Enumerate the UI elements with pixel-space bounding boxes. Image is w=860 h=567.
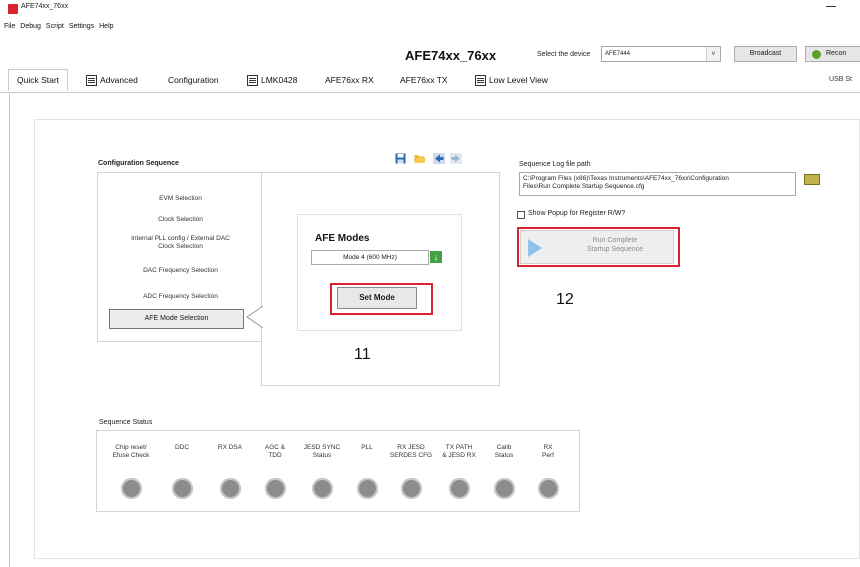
selection-pointer bbox=[246, 306, 263, 328]
step-annotation-12: 12 bbox=[556, 291, 574, 308]
usb-status: USB St bbox=[829, 76, 852, 83]
status-indicator bbox=[494, 478, 515, 499]
menu-script[interactable]: Script bbox=[46, 23, 64, 30]
run-button-line2: Startup Sequence bbox=[586, 246, 644, 253]
list-icon bbox=[475, 74, 486, 86]
tab-label: Configuration bbox=[168, 75, 219, 85]
config-item-dac[interactable]: DAC Frequency Selection bbox=[98, 267, 263, 275]
tab-quick-start[interactable]: Quick Start bbox=[8, 69, 69, 91]
status-label: DDC bbox=[174, 444, 190, 451]
window-title: AFE74xx_76xx bbox=[21, 3, 69, 10]
afe-modes-title: AFE Modes bbox=[315, 233, 370, 244]
status-label: Chip reset/Efuse Check bbox=[112, 444, 150, 459]
status-indicator bbox=[265, 478, 286, 499]
tab-lmk0428[interactable]: LMK0428 bbox=[247, 70, 297, 90]
run-button-line1: Run Complete bbox=[592, 237, 638, 244]
play-icon bbox=[528, 239, 542, 257]
show-popup-label: Show Popup for Register R/W? bbox=[528, 210, 626, 217]
status-label: PLL bbox=[361, 444, 373, 451]
tab-low-level-view[interactable]: Low Level View bbox=[475, 70, 548, 90]
status-label: TX PATH & JESD RX bbox=[442, 444, 476, 459]
download-arrow-icon[interactable]: ↓ bbox=[430, 251, 442, 263]
divider bbox=[9, 92, 10, 567]
tab-advanced[interactable]: Advanced bbox=[86, 70, 138, 90]
minimize-button[interactable] bbox=[826, 6, 836, 7]
save-icon[interactable] bbox=[395, 151, 406, 164]
config-item-pll[interactable]: Internal PLL config / External DAC Clock… bbox=[98, 235, 263, 251]
folder-open-icon[interactable] bbox=[414, 151, 426, 163]
sequence-log-path-line2: Files\Run Complete Startup Sequence.cfg bbox=[523, 183, 645, 190]
status-label: JESD SYNC Status bbox=[303, 444, 341, 459]
gear-icon bbox=[812, 50, 821, 59]
menu-help[interactable]: Help bbox=[99, 23, 113, 30]
arrow-left-icon[interactable] bbox=[433, 151, 445, 164]
app-icon bbox=[8, 4, 18, 14]
status-indicator bbox=[312, 478, 333, 499]
menu-bar: File Debug Script Settings Help bbox=[0, 18, 860, 34]
browse-folder-icon[interactable] bbox=[804, 174, 820, 185]
reconnect-button[interactable]: Recon bbox=[805, 46, 860, 62]
menu-settings[interactable]: Settings bbox=[69, 23, 94, 30]
arrow-right-icon[interactable] bbox=[450, 151, 462, 164]
status-indicator bbox=[357, 478, 378, 499]
status-label: AGC & TDD bbox=[264, 444, 286, 459]
device-select-value: AFE7444 bbox=[605, 51, 631, 57]
tab-label: LMK0428 bbox=[261, 75, 298, 85]
step-annotation-11: 11 bbox=[354, 346, 371, 363]
config-item-clock[interactable]: Clock Selection bbox=[98, 216, 263, 224]
chevron-down-icon[interactable]: ∨ bbox=[706, 47, 720, 61]
status-indicator bbox=[401, 478, 422, 499]
sequence-log-path-field[interactable]: C:\Program Files (x86)\Texas Instruments… bbox=[519, 172, 796, 196]
broadcast-button[interactable]: Broadcast bbox=[734, 46, 797, 62]
tab-bar: Quick Start Advanced Configuration LMK04… bbox=[0, 66, 860, 93]
config-sequence-title: Configuration Sequence bbox=[98, 160, 179, 167]
config-item-afe-mode[interactable]: AFE Mode Selection bbox=[109, 309, 244, 329]
status-indicator bbox=[172, 478, 193, 499]
reconnect-label: Recon bbox=[826, 50, 847, 57]
set-mode-button[interactable]: Set Mode bbox=[337, 287, 417, 309]
tab-label: AFE76xx RX bbox=[325, 75, 374, 85]
device-select[interactable]: AFE7444 ∨ bbox=[601, 46, 721, 62]
sequence-status-panel bbox=[96, 430, 580, 512]
app-title: AFE74xx_76xx bbox=[405, 48, 497, 63]
status-label: RX DSA bbox=[217, 444, 243, 451]
status-indicator bbox=[449, 478, 470, 499]
device-select-label: Select the device bbox=[537, 51, 591, 58]
status-indicator bbox=[220, 478, 241, 499]
sequence-log-label: Sequence Log file path bbox=[519, 161, 591, 168]
show-popup-checkbox[interactable] bbox=[517, 211, 525, 219]
config-item-evm[interactable]: EVM Selection bbox=[98, 195, 263, 203]
menu-debug[interactable]: Debug bbox=[20, 23, 41, 30]
tab-afe76xx-rx[interactable]: AFE76xx RX bbox=[325, 70, 374, 90]
status-label: RX Perf bbox=[542, 444, 554, 459]
sequence-log-path-line1: C:\Program Files (x86)\Texas Instruments… bbox=[523, 175, 729, 182]
status-label: RX JESD SERDES CFG bbox=[389, 444, 433, 459]
tab-label: AFE76xx TX bbox=[400, 75, 448, 85]
config-item-adc[interactable]: ADC Frequency Selection bbox=[98, 293, 263, 301]
window-icon bbox=[247, 74, 258, 86]
tab-configuration[interactable]: Configuration bbox=[168, 70, 219, 90]
afe-mode-select[interactable]: Mode 4 (600 MHz) bbox=[311, 250, 429, 265]
sequence-status-title: Sequence Status bbox=[99, 419, 153, 426]
tab-afe76xx-tx[interactable]: AFE76xx TX bbox=[400, 70, 448, 90]
tab-label: Advanced bbox=[100, 75, 138, 85]
config-sequence-list: EVM Selection Clock Selection Internal P… bbox=[97, 172, 262, 342]
window-icon bbox=[86, 74, 97, 86]
title-bar: AFE74xx_76xx bbox=[0, 0, 860, 18]
menu-file[interactable]: File bbox=[4, 23, 15, 30]
tab-label: Quick Start bbox=[17, 75, 60, 85]
status-label: Calib Status bbox=[494, 444, 514, 459]
run-button-label: Run Complete Startup Sequence bbox=[560, 236, 670, 254]
tab-label: Low Level View bbox=[489, 75, 548, 85]
status-indicator bbox=[121, 478, 142, 499]
status-indicator bbox=[538, 478, 559, 499]
